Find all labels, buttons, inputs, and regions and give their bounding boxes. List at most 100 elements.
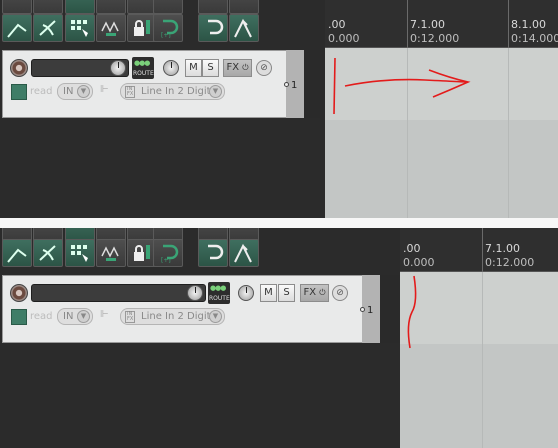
arrange-view[interactable] (325, 48, 558, 218)
main-toolbar: [+] (0, 228, 400, 272)
solo-button[interactable]: S (278, 284, 295, 302)
grid-icon[interactable] (65, 0, 95, 14)
chevron-down-icon: ▼ (77, 310, 90, 323)
loop-icon[interactable]: [+] (153, 14, 183, 42)
edit-icon[interactable] (33, 0, 63, 14)
bottom-screenshot-panel: [+] .00 0.000 7.1.00 0:12.000 ●●● ROUTE … (0, 228, 558, 448)
metronome-icon[interactable] (198, 0, 228, 14)
route-button[interactable]: ●●● ROUTE (132, 57, 154, 79)
envelope-icon[interactable] (229, 239, 259, 267)
volume-knob[interactable] (187, 285, 203, 301)
ruler-measure-label: 8.1.00 (511, 18, 546, 31)
track-strip[interactable]: 1 (360, 275, 380, 343)
monitor-icon[interactable]: ⊩ (100, 309, 114, 326)
metronome-icon[interactable] (198, 14, 228, 42)
track-strip[interactable]: 1 (284, 50, 304, 118)
ruler-measure-label: 7.1.00 (485, 242, 520, 255)
mute-button[interactable]: M (260, 284, 277, 302)
timeline-ruler[interactable]: .00 0.000 7.1.00 0:12.000 8.1.00 0:14.00… (325, 0, 558, 48)
volume-knob[interactable] (110, 60, 126, 76)
grid-icon[interactable] (65, 239, 95, 267)
ruler-time-label: 0:12.000 (410, 32, 460, 45)
top-screenshot-panel: [+] .00 0.000 7.1.00 0:12.000 8.1.00 0:1… (0, 0, 558, 218)
ruler-time-label: 0.000 (403, 256, 435, 269)
input-source-select[interactable]: IN FX Line In 2 Digital ▼ (120, 308, 225, 325)
red-arrow-drawing (333, 57, 471, 115)
input-mode-select[interactable]: IN ▼ (57, 308, 93, 325)
ruler-measure-label: .00 (403, 242, 421, 255)
timeline-ruler[interactable]: .00 0.000 7.1.00 0:12.000 (400, 228, 558, 276)
grid-icon[interactable] (65, 14, 95, 42)
input-source-label: Line In 2 Digital (141, 86, 220, 97)
input-mode-label: IN (63, 311, 74, 322)
ruler-measure-label: 7.1.00 (410, 18, 445, 31)
fx-bypass-icon: ⏻ (242, 63, 249, 72)
screenshot-divider (0, 218, 558, 228)
item-icon[interactable] (2, 0, 32, 14)
record-arm-button[interactable] (10, 284, 28, 302)
chevron-down-icon: ▼ (209, 310, 222, 323)
input-fx-icon: IN FX (125, 86, 136, 98)
ripple-icon[interactable] (33, 14, 63, 42)
input-mode-select[interactable]: IN ▼ (57, 83, 93, 100)
ruler-tick (407, 0, 408, 48)
route-button[interactable]: ●●● ROUTE (208, 282, 230, 304)
ruler-measure-label: .00 (328, 18, 346, 31)
track-select-dot[interactable] (284, 82, 289, 87)
track-separator (380, 275, 400, 343)
route-icon: ●●● (134, 59, 150, 67)
route-icon: ●●● (210, 284, 226, 292)
arrange-view[interactable] (400, 272, 558, 448)
fx-bypass-icon: ⏻ (319, 288, 326, 297)
loop-icon[interactable]: [+] (153, 239, 183, 267)
ripple-icon[interactable] (33, 239, 63, 267)
fx-label: FX (226, 62, 240, 73)
track-control-panel: ●●● ROUTE M S FX ⏻ ⊘ read IN ▼ ⊩ IN FX Li… (2, 275, 364, 343)
fx-label: FX (303, 287, 317, 298)
envelope-icon[interactable] (229, 14, 259, 42)
track-separator (304, 50, 320, 118)
snap-icon[interactable] (96, 0, 126, 14)
route-label: ROUTE (209, 295, 230, 302)
mute-button[interactable]: M (185, 59, 202, 77)
item-icon[interactable] (2, 239, 32, 267)
pan-knob[interactable] (163, 60, 179, 76)
main-toolbar: [+] (0, 0, 325, 44)
svg-text:[+]: [+] (161, 32, 171, 39)
automation-mode[interactable]: read (30, 311, 53, 322)
track-select-dot[interactable] (360, 307, 365, 312)
track-number: 1 (291, 80, 298, 91)
fx-button[interactable]: FX ⏻ (223, 59, 252, 77)
crossfade-icon[interactable] (153, 0, 183, 14)
envelope-icon[interactable] (229, 0, 259, 14)
input-fx-icon: IN FX (125, 311, 136, 323)
snap-icon[interactable] (96, 239, 126, 267)
ruler-time-label: 0:14.000 (511, 32, 558, 45)
pan-knob[interactable] (238, 285, 254, 301)
fx-button[interactable]: FX ⏻ (300, 284, 329, 302)
envelope-icon[interactable] (11, 309, 27, 325)
envelope-icon[interactable] (11, 84, 27, 100)
snap-icon[interactable] (96, 14, 126, 42)
track-name-field[interactable] (31, 284, 206, 302)
chevron-down-icon: ▼ (209, 85, 222, 98)
phase-icon[interactable]: ⊘ (256, 60, 272, 76)
ruler-time-label: 0:12.000 (485, 256, 535, 269)
monitor-icon[interactable]: ⊩ (100, 84, 114, 101)
track-number: 1 (367, 305, 374, 316)
input-source-select[interactable]: IN FX Line In 2 Digital ▼ (120, 83, 225, 100)
phase-icon[interactable]: ⊘ (332, 285, 348, 301)
red-curve-drawing (407, 275, 417, 349)
ruler-tick (508, 0, 509, 48)
input-source-label: Line In 2 Digital (141, 311, 220, 322)
item-icon[interactable] (2, 14, 32, 42)
solo-button[interactable]: S (202, 59, 219, 77)
record-arm-button[interactable] (10, 59, 28, 77)
route-label: ROUTE (133, 70, 154, 77)
automation-mode[interactable]: read (30, 86, 53, 97)
metronome-icon[interactable] (198, 239, 228, 267)
svg-text:[+]: [+] (161, 257, 171, 264)
input-mode-label: IN (63, 86, 74, 97)
chevron-down-icon: ▼ (77, 85, 90, 98)
ruler-time-label: 0.000 (328, 32, 360, 45)
